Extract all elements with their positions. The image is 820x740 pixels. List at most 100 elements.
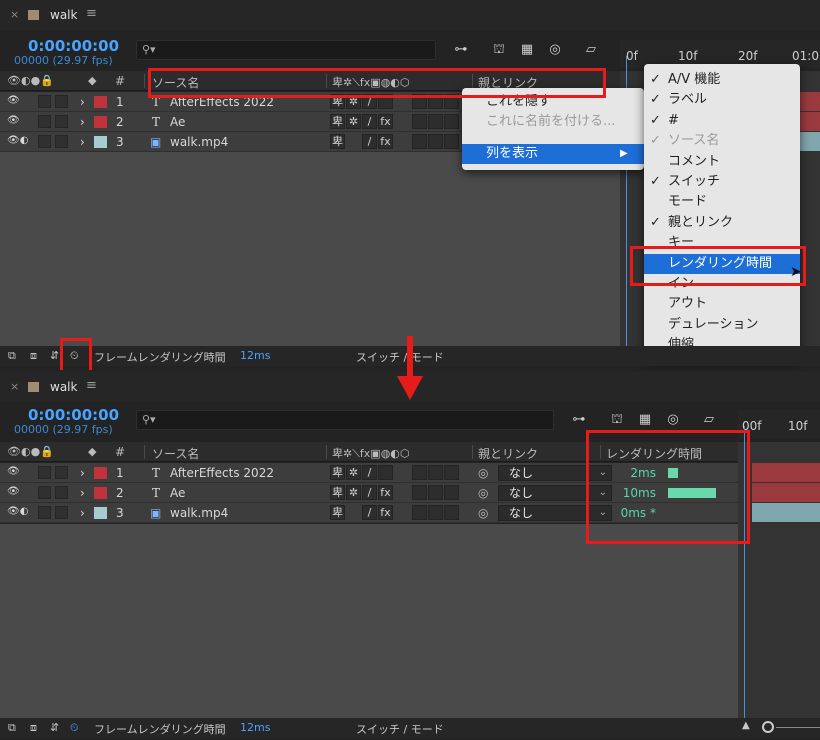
lock-switch[interactable]	[55, 135, 68, 148]
shy-switch[interactable]: 卑	[330, 505, 345, 520]
timeline-track-area[interactable]	[738, 442, 820, 720]
label-color-chip[interactable]	[94, 136, 107, 148]
render-time-toggle-icon[interactable]: ⏲	[70, 721, 79, 735]
transfer-controls-toggle-icon[interactable]: ⧈	[30, 721, 37, 735]
layer-duration-bar[interactable]	[752, 463, 820, 482]
label-color-chip[interactable]	[94, 116, 107, 128]
layer-name[interactable]: walk.mp4	[170, 506, 228, 520]
frame-blend-switch[interactable]	[412, 465, 427, 480]
chevron-right-icon[interactable]: ›	[80, 466, 85, 480]
frame-blend-switch[interactable]	[412, 114, 427, 129]
transfer-controls-toggle-icon[interactable]: ⧈	[30, 349, 37, 363]
parent-link-column[interactable]: 親とリンク	[478, 445, 538, 462]
source-name-column[interactable]: ソース名	[152, 445, 199, 462]
motion-blur-icon[interactable]: ◎	[664, 412, 682, 428]
playhead-line[interactable]	[744, 426, 745, 720]
parent-select[interactable]: なし ⌄	[498, 505, 612, 521]
switches-column-icons[interactable]: 卑✲⟍fx▣◍◐⬡	[332, 74, 410, 90]
solo-switch[interactable]	[38, 95, 51, 108]
table-row[interactable]: 👁 › 1 T AfterEffects 2022 卑 ✲ / ◎ なし ⌄ 2ms	[0, 463, 740, 483]
switches-modes-toggle[interactable]: スイッチ / モード	[356, 721, 444, 737]
effects-switch[interactable]: fx	[378, 485, 393, 500]
shy-switch[interactable]: 卑	[330, 134, 345, 149]
chevron-right-icon[interactable]: ›	[80, 115, 85, 129]
label-column-icon[interactable]: ◆	[88, 445, 96, 458]
layer-number-column[interactable]: #	[115, 445, 125, 459]
render-time-toggle-icon[interactable]: ⏲	[70, 349, 79, 363]
column-option-item[interactable]: キー	[644, 233, 800, 253]
video-eye-icon[interactable]: 👁	[7, 466, 20, 477]
layer-search-input[interactable]: ⚲▾	[136, 410, 554, 430]
panel-menu-icon[interactable]: ≡	[86, 378, 97, 393]
column-option-item[interactable]: ✓ A/V 機能	[644, 70, 800, 90]
draft-3d-icon[interactable]: ⛫	[608, 412, 626, 428]
effects-switch[interactable]: fx	[378, 505, 393, 520]
table-row[interactable]: 👁◐ › 3 ▣ walk.mp4 卑 / fx ◎ なし ⌄ 0ms *	[0, 503, 740, 523]
in-out-toggle-icon[interactable]: ⇵	[50, 349, 59, 362]
frame-blending-icon[interactable]: ▦	[518, 42, 536, 58]
adjustment-switch[interactable]	[444, 114, 459, 129]
lock-switch[interactable]	[55, 486, 68, 499]
adjustment-switch[interactable]	[444, 505, 459, 520]
layer-name[interactable]: walk.mp4	[170, 135, 228, 149]
chevron-right-icon[interactable]: ›	[80, 135, 85, 149]
composition-tab-title[interactable]: walk	[50, 8, 77, 22]
layer-duration-bar[interactable]	[752, 483, 820, 502]
frame-blend-switch[interactable]	[412, 505, 427, 520]
adjustment-switch[interactable]	[444, 485, 459, 500]
pick-whip-icon[interactable]: ◎	[478, 506, 488, 520]
column-option-item[interactable]: イン	[644, 274, 800, 294]
hide-column-item[interactable]: これを隠す	[462, 92, 644, 112]
av-features-icon[interactable]: 👁◐●🔒	[7, 445, 54, 458]
adjustment-switch[interactable]	[444, 465, 459, 480]
current-time-display[interactable]: 0:00:00:00	[28, 37, 119, 55]
source-name-column[interactable]: ソース名	[152, 74, 199, 91]
label-color-chip[interactable]	[94, 467, 107, 479]
shy-switch[interactable]: 卑	[330, 485, 345, 500]
column-option-item[interactable]: デュレーション	[644, 315, 800, 335]
table-row[interactable]: 👁 › 2 T Ae 卑 ✲ / fx ◎ なし ⌄ 10ms	[0, 483, 740, 503]
column-option-item[interactable]: レンダリング時間	[644, 253, 800, 274]
quality-switch[interactable]: /	[362, 505, 377, 520]
layer-duration-bar[interactable]	[800, 132, 820, 151]
motion-blur-switch[interactable]	[428, 505, 443, 520]
zoom-slider-handle[interactable]	[762, 721, 774, 733]
pick-whip-icon[interactable]: ◎	[478, 466, 488, 480]
chevron-right-icon[interactable]: ›	[80, 506, 85, 520]
video-audio-icon[interactable]: 👁◐	[7, 135, 28, 146]
quality-switch[interactable]: /	[362, 114, 377, 129]
motion-blur-switch[interactable]	[428, 94, 443, 109]
label-column-icon[interactable]: ◆	[88, 74, 96, 87]
frame-blend-switch[interactable]	[412, 134, 427, 149]
column-option-item[interactable]: ✓ スイッチ	[644, 172, 800, 192]
collapse-switch[interactable]: ✲	[346, 114, 361, 129]
video-eye-icon[interactable]: 👁	[7, 95, 20, 106]
solo-switch[interactable]	[38, 135, 51, 148]
close-tab-icon[interactable]: ×	[10, 8, 19, 21]
frame-blending-icon[interactable]: ▦	[636, 412, 654, 428]
composition-tab-title[interactable]: walk	[50, 380, 77, 394]
frame-blend-switch[interactable]	[412, 94, 427, 109]
effects-switch[interactable]: fx	[378, 114, 393, 129]
layer-name[interactable]: AfterEffects 2022	[170, 466, 274, 480]
solo-switch[interactable]	[38, 506, 51, 519]
parent-select[interactable]: なし ⌄	[498, 485, 612, 501]
close-tab-icon[interactable]: ×	[10, 380, 19, 393]
motion-blur-switch[interactable]	[428, 485, 443, 500]
switches-column-icons[interactable]: 卑✲⟍fx▣◍◐⬡	[332, 445, 410, 461]
quality-switch[interactable]: /	[362, 134, 377, 149]
current-time-display[interactable]: 0:00:00:00	[28, 406, 119, 424]
shy-switch[interactable]: 卑	[330, 94, 345, 109]
solo-switch[interactable]	[38, 115, 51, 128]
layer-name[interactable]: Ae	[170, 115, 185, 129]
layer-switches-toggle-icon[interactable]: ⧉	[8, 349, 16, 363]
lock-switch[interactable]	[55, 95, 68, 108]
composition-flowchart-icon[interactable]: ⊶	[570, 412, 588, 428]
column-option-item[interactable]: ✓ 親とリンク	[644, 213, 800, 233]
layer-search-input[interactable]: ⚲▾	[136, 40, 436, 60]
lock-switch[interactable]	[55, 115, 68, 128]
motion-blur-icon[interactable]: ◎	[546, 42, 564, 58]
layer-name[interactable]: AfterEffects 2022	[170, 95, 274, 109]
effects-switch[interactable]	[378, 94, 393, 109]
panel-menu-icon[interactable]: ≡	[86, 6, 97, 21]
